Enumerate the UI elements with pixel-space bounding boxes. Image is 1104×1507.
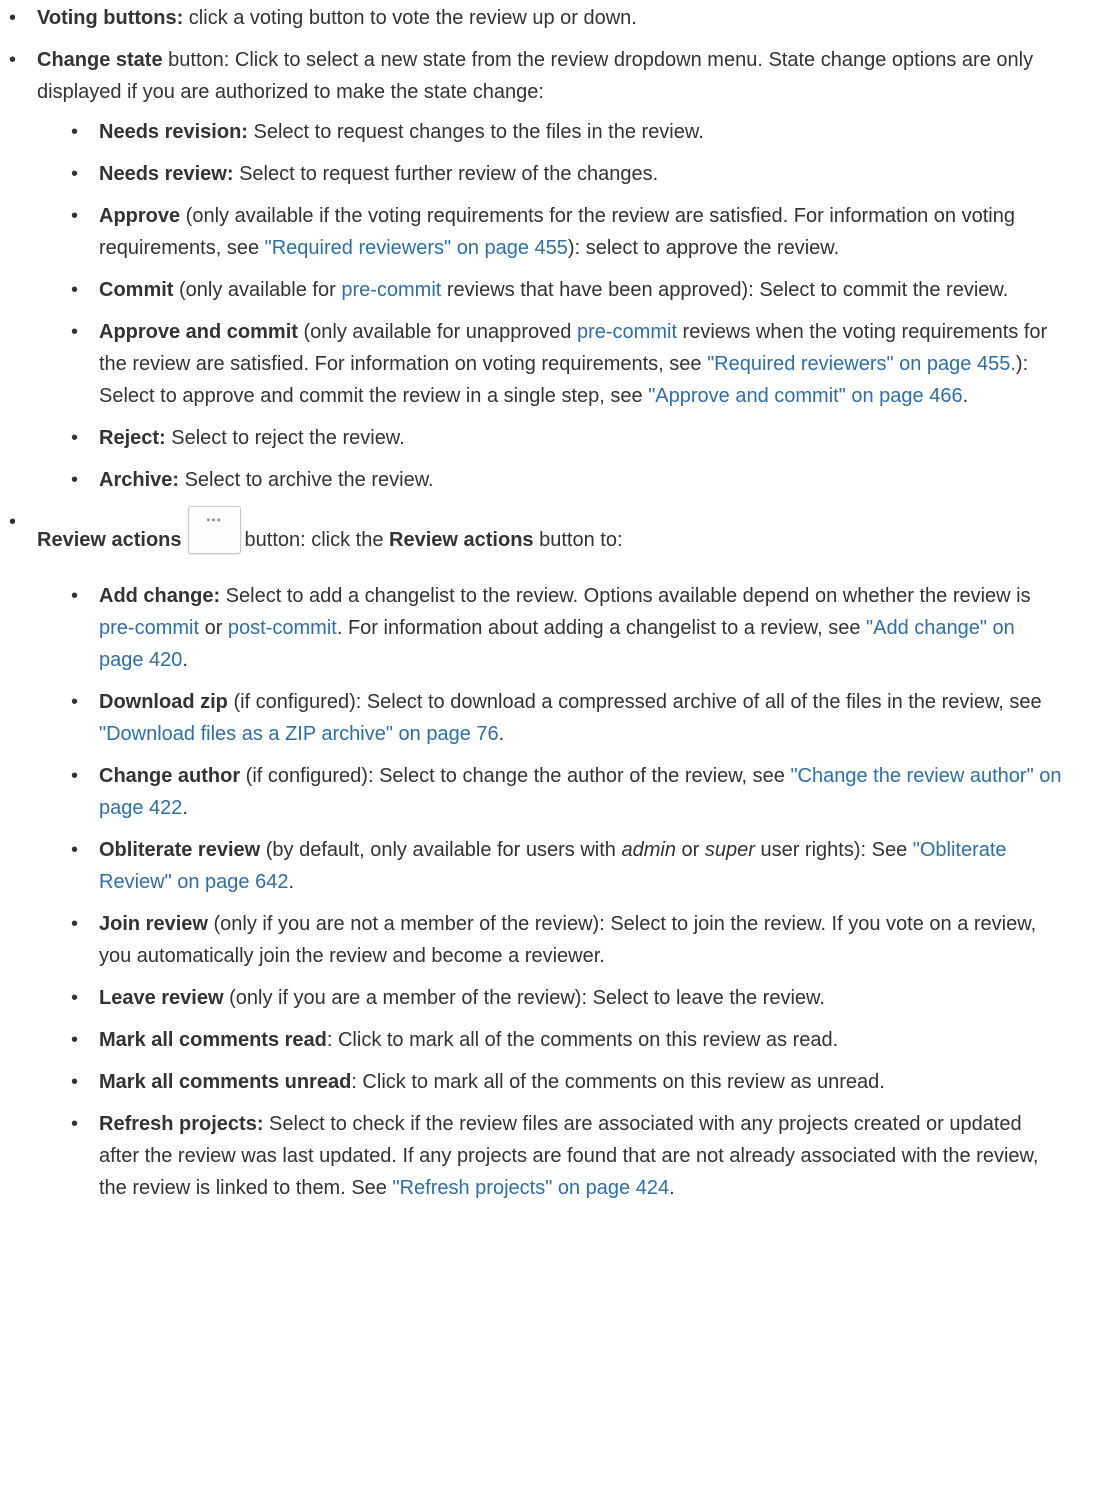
term-leave-review: Leave review	[99, 987, 224, 1009]
desc-review-actions-2: button to:	[533, 529, 623, 551]
list-item-leave-review: Leave review (only if you are a member o…	[0, 982, 1084, 1014]
desc-download-zip-2: .	[498, 723, 505, 745]
review-actions-button[interactable]: •••	[187, 506, 241, 554]
term-change-author: Change author	[99, 765, 241, 787]
term-needs-review: Needs review:	[99, 163, 234, 185]
desc-change-author-2: .	[182, 797, 188, 819]
list-item-approve: Approve (only available if the voting re…	[0, 200, 1084, 264]
term-join-review: Join review	[99, 913, 208, 935]
list-item-add-change: Add change: Select to add a changelist t…	[0, 580, 1084, 676]
link-required-reviewers[interactable]: "Required reviewers" on page 455.	[707, 353, 1016, 375]
desc-voting-buttons: click a voting button to vote the review…	[183, 7, 637, 29]
list-item-refresh-projects: Refresh projects: Select to check if the…	[0, 1108, 1084, 1204]
desc-mark-all-unread: : Click to mark all of the comments on t…	[351, 1071, 885, 1093]
desc-obliterate-2: or	[675, 839, 705, 861]
link-pre-commit[interactable]: pre-commit	[341, 279, 441, 301]
desc-approve-commit-1: (only available for unapproved	[297, 321, 577, 343]
link-refresh-projects[interactable]: "Refresh projects" on page 424	[392, 1177, 669, 1199]
ellipsis-icon: •••	[206, 513, 222, 527]
desc-add-change-2: or	[199, 617, 228, 639]
term-review-actions-inline: Review actions	[389, 529, 534, 551]
list-item-review-actions: Review actions ••• button: click the Revie…	[0, 506, 1104, 1204]
list-item-needs-revision: Needs revision: Select to request change…	[0, 116, 1084, 148]
term-download-zip: Download zip	[99, 691, 228, 713]
desc-join-review: (only if you are not a member of the rev…	[99, 913, 1037, 967]
document-body: Voting buttons: click a voting button to…	[0, 0, 1104, 1204]
list-item-download-zip: Download zip (if configured): Select to …	[0, 686, 1084, 750]
change-state-options-list: Needs revision: Select to request change…	[37, 116, 1084, 496]
desc-download-zip-1: (if configured): Select to download a co…	[227, 691, 1042, 713]
desc-change-author-1: (if configured): Select to change the au…	[240, 765, 791, 787]
desc-needs-review: Select to request further review of the …	[233, 163, 659, 185]
link-approve-and-commit[interactable]: "Approve and commit" on page 466	[648, 385, 962, 407]
desc-review-actions-1: button: click the	[244, 529, 390, 551]
desc-reject: Select to reject the review.	[165, 427, 405, 449]
term-needs-revision: Needs revision:	[99, 121, 248, 143]
term-mark-all-read: Mark all comments read	[99, 1029, 327, 1051]
list-item-obliterate-review: Obliterate review (by default, only avai…	[0, 834, 1084, 898]
list-item-join-review: Join review (only if you are not a membe…	[0, 908, 1084, 972]
list-item-reject: Reject: Select to reject the review.	[0, 422, 1084, 454]
list-item-needs-review: Needs review: Select to request further …	[0, 158, 1084, 190]
emphasis-super: super	[704, 839, 755, 861]
desc-leave-review: (only if you are a member of the review)…	[223, 987, 825, 1009]
link-pre-commit[interactable]: pre-commit	[99, 617, 199, 639]
desc-refresh-projects-2: .	[669, 1177, 675, 1199]
term-archive: Archive:	[99, 469, 180, 491]
term-approve: Approve	[99, 205, 181, 227]
desc-obliterate-4: .	[288, 871, 295, 893]
desc-commit-1: (only available for	[173, 279, 342, 301]
list-item-approve-and-commit: Approve and commit (only available for u…	[0, 316, 1084, 412]
desc-obliterate-3: user rights): See	[754, 839, 913, 861]
desc-add-change-1: Select to add a changelist to the review…	[220, 585, 1031, 607]
emphasis-admin: admin	[621, 839, 676, 861]
link-post-commit[interactable]: post-commit	[228, 617, 337, 639]
desc-add-change-4: .	[182, 649, 188, 671]
desc-approve-commit-4: .	[962, 385, 969, 407]
term-reject: Reject:	[99, 427, 166, 449]
term-commit: Commit	[99, 279, 174, 301]
desc-change-state: button: Click to select a new state from…	[37, 49, 1034, 103]
term-approve-and-commit: Approve and commit	[99, 321, 298, 343]
list-item-archive: Archive: Select to archive the review.	[0, 464, 1084, 496]
desc-mark-all-read: : Click to mark all of the comments on t…	[326, 1029, 839, 1051]
review-actions-line: Review actions ••• button: click the Revie…	[37, 506, 623, 572]
desc-approve-2: ): select to approve the review.	[567, 237, 840, 259]
list-item-mark-unread: Mark all comments unread: Click to mark …	[0, 1066, 1084, 1098]
link-download-zip[interactable]: "Download files as a ZIP archive" on pag…	[99, 723, 499, 745]
desc-obliterate-1: (by default, only available for users wi…	[260, 839, 622, 861]
desc-archive: Select to archive the review.	[179, 469, 434, 491]
term-add-change: Add change:	[99, 585, 221, 607]
list-item-mark-read: Mark all comments read: Click to mark al…	[0, 1024, 1084, 1056]
list-item-change-state: Change state button: Click to select a n…	[0, 44, 1104, 496]
link-pre-commit[interactable]: pre-commit	[577, 321, 677, 343]
desc-commit-2: reviews that have been approved): Select…	[441, 279, 1009, 301]
term-change-state: Change state	[37, 49, 163, 71]
term-obliterate-review: Obliterate review	[99, 839, 261, 861]
top-level-list: Voting buttons: click a voting button to…	[0, 2, 1104, 1204]
desc-needs-revision: Select to request changes to the files i…	[247, 121, 704, 143]
list-item-commit: Commit (only available for pre-commit re…	[0, 274, 1084, 306]
link-required-reviewers[interactable]: "Required reviewers" on page 455	[265, 237, 568, 259]
list-item-voting-buttons: Voting buttons: click a voting button to…	[0, 2, 1104, 34]
term-mark-all-unread: Mark all comments unread	[99, 1071, 352, 1093]
term-refresh-projects: Refresh projects:	[99, 1113, 264, 1135]
list-item-change-author: Change author (if configured): Select to…	[0, 760, 1084, 824]
term-voting-buttons: Voting buttons:	[37, 7, 184, 29]
review-actions-options-list: Add change: Select to add a changelist t…	[37, 580, 1084, 1204]
term-review-actions: Review actions	[37, 529, 182, 551]
desc-add-change-3: . For information about adding a changel…	[336, 617, 867, 639]
